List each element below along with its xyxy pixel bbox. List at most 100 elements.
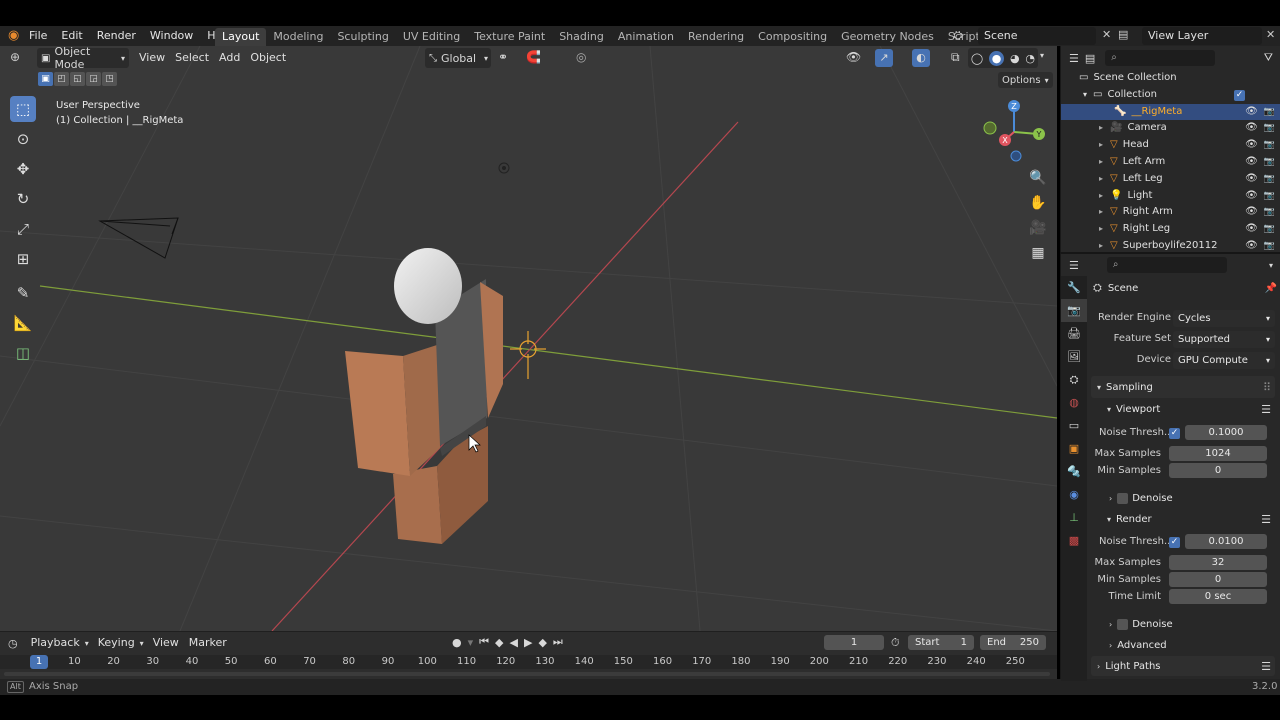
menu-window[interactable]: Window: [143, 26, 200, 46]
viewport-denoise-row[interactable]: › Denoise: [1109, 490, 1269, 506]
render-min-samples-field[interactable]: 0: [1169, 572, 1267, 587]
filter-icon[interactable]: ⛛: [1264, 51, 1273, 65]
display-mode-icon[interactable]: ▤: [1085, 52, 1095, 65]
select-subtract-icon[interactable]: ◱: [70, 72, 85, 86]
drag-handle-icon[interactable]: ⠿: [1263, 381, 1271, 394]
wireframe-shading-icon[interactable]: ◯: [971, 52, 983, 65]
chevron-right-icon[interactable]: ▸: [1099, 137, 1103, 154]
eye-icon[interactable]: 👁: [1245, 188, 1258, 205]
menu-select[interactable]: Select: [170, 48, 214, 68]
render-camera-icon[interactable]: 📷: [1264, 154, 1275, 171]
end-frame-field[interactable]: End 250: [980, 635, 1046, 650]
menu-add[interactable]: Add: [214, 48, 245, 68]
chevron-right-icon[interactable]: ▸: [1099, 221, 1103, 238]
play-reverse-icon[interactable]: ◀: [510, 636, 518, 649]
outliner-search-input[interactable]: ⌕: [1105, 50, 1216, 66]
tab-geometry-nodes[interactable]: Geometry Nodes: [834, 28, 941, 46]
render-noise-checkbox[interactable]: ✓: [1169, 537, 1180, 548]
menu-playback[interactable]: Playback: [26, 633, 85, 653]
overlay-toggle-icon[interactable]: ◐: [912, 49, 930, 67]
close-icon[interactable]: ✕: [1102, 28, 1111, 41]
list-icon[interactable]: ☰: [1261, 513, 1271, 526]
menu-keying[interactable]: Keying: [93, 633, 140, 653]
select-invert-icon[interactable]: ◲: [86, 72, 101, 86]
tab-modeling[interactable]: Modeling: [266, 28, 330, 46]
tab-compositing[interactable]: Compositing: [751, 28, 834, 46]
viewport-subpanel-header[interactable]: ▾ Viewport ☰: [1101, 400, 1275, 418]
render-camera-icon[interactable]: 📷: [1264, 221, 1275, 238]
view-layer-selector[interactable]: View Layer: [1142, 27, 1262, 45]
view-layer-tab-icon[interactable]: 🖼: [1061, 345, 1087, 368]
chevron-down-icon[interactable]: ▾: [1083, 87, 1087, 104]
exclude-checkbox[interactable]: ✓: [1234, 89, 1245, 101]
orientation-selector[interactable]: ⤡ Global ▾: [425, 48, 491, 68]
render-camera-icon[interactable]: 📷: [1264, 188, 1275, 205]
select-extend-icon[interactable]: ◰: [54, 72, 69, 86]
light-object[interactable]: [498, 162, 510, 174]
render-camera-icon[interactable]: 📷: [1264, 171, 1275, 188]
chevron-right-icon[interactable]: ▸: [1099, 120, 1103, 137]
select-new-icon[interactable]: ▣: [38, 72, 53, 86]
chevron-down-icon[interactable]: ▾: [1269, 261, 1273, 270]
rendered-shading-icon[interactable]: ◔: [1025, 52, 1035, 65]
tab-texture-paint[interactable]: Texture Paint: [467, 28, 552, 46]
modifier-tab-icon[interactable]: 🔩: [1061, 460, 1087, 483]
eye-icon[interactable]: 👁: [1245, 171, 1258, 188]
visibility-icon[interactable]: 👁: [846, 50, 861, 64]
collection-tab-icon[interactable]: ▭: [1061, 414, 1087, 437]
render-max-samples-field[interactable]: 32: [1169, 555, 1267, 570]
properties-search-input[interactable]: ⌕: [1106, 257, 1227, 273]
chevron-right-icon[interactable]: ▸: [1099, 154, 1103, 171]
output-tab-icon[interactable]: 🖨: [1061, 322, 1087, 345]
view-layer-icon[interactable]: ▤: [1118, 28, 1128, 41]
clock-icon[interactable]: ◷: [8, 637, 18, 650]
solid-shading-icon[interactable]: ●: [989, 50, 1005, 66]
select-intersect-icon[interactable]: ◳: [102, 72, 117, 86]
next-keyframe-icon[interactable]: ◆: [538, 636, 546, 649]
camera-object[interactable]: [98, 217, 179, 259]
outliner-item[interactable]: ▸ 💡 Light 👁 📷: [1061, 188, 1280, 205]
data-tab-icon[interactable]: ⊥: [1061, 506, 1087, 529]
close-icon[interactable]: ✕: [1266, 28, 1275, 41]
playhead[interactable]: 1: [30, 655, 48, 669]
move-tool-icon[interactable]: ✥: [10, 156, 36, 182]
eye-icon[interactable]: 👁: [1245, 120, 1258, 137]
eye-icon[interactable]: 👁: [1245, 221, 1258, 238]
list-icon[interactable]: ☰: [1261, 403, 1271, 416]
device-dropdown[interactable]: GPU Compute ▾: [1173, 352, 1275, 369]
outliner-item[interactable]: ▸ ▽ Right Arm 👁 📷: [1061, 204, 1280, 221]
chevron-right-icon[interactable]: ▸: [1099, 204, 1103, 221]
measure-tool-icon[interactable]: 📐: [10, 310, 36, 336]
scene-collection-row[interactable]: ▭ Scene Collection: [1061, 70, 1280, 87]
chevron-right-icon[interactable]: ▸: [1099, 188, 1103, 205]
render-tab-icon[interactable]: 📷: [1061, 299, 1087, 322]
stopwatch-icon[interactable]: ⏱: [891, 636, 900, 650]
collection-row[interactable]: ▾ ▭ Collection ✓: [1061, 87, 1280, 104]
gizmo-toggle-icon[interactable]: ↗: [875, 49, 893, 67]
viewport-noise-field[interactable]: 0.1000: [1185, 425, 1267, 440]
viewport-max-samples-field[interactable]: 1024: [1169, 446, 1267, 461]
jump-start-icon[interactable]: ⏮: [479, 635, 489, 649]
menu-timeline-view[interactable]: View: [148, 633, 184, 653]
add-cube-tool-icon[interactable]: ◫: [10, 340, 36, 366]
outliner-item[interactable]: ▸ ▽ Left Leg 👁 📷: [1061, 171, 1280, 188]
record-icon[interactable]: ●: [452, 636, 462, 649]
jump-end-icon[interactable]: ⏭: [553, 635, 563, 649]
snap-icon[interactable]: 🧲: [526, 50, 541, 64]
menu-view[interactable]: View: [134, 48, 170, 68]
start-frame-field[interactable]: Start 1: [908, 635, 974, 650]
object-tab-icon[interactable]: ▣: [1061, 437, 1087, 460]
xray-icon[interactable]: ⧉: [951, 50, 960, 65]
chevron-down-icon[interactable]: ▾: [1040, 51, 1044, 60]
scale-tool-icon[interactable]: ⤢: [10, 216, 36, 242]
render-camera-icon[interactable]: 📷: [1264, 137, 1275, 154]
tab-uv-editing[interactable]: UV Editing: [396, 28, 467, 46]
chevron-right-icon[interactable]: ▸: [1099, 171, 1103, 188]
frame-ruler[interactable]: 1 10 20 30 40 50 60 70 80 90 100 110 120 130 140 150 16…: [0, 655, 1057, 669]
timeline-scrollbar[interactable]: [4, 672, 1050, 676]
render-noise-field[interactable]: 0.0100: [1185, 534, 1267, 549]
menu-edit[interactable]: Edit: [54, 26, 89, 46]
tab-sculpting[interactable]: Sculpting: [330, 28, 395, 46]
blender-logo-icon[interactable]: ◉: [8, 29, 22, 43]
outliner-item[interactable]: 🦴 __RigMeta 👁 📷: [1061, 103, 1280, 121]
